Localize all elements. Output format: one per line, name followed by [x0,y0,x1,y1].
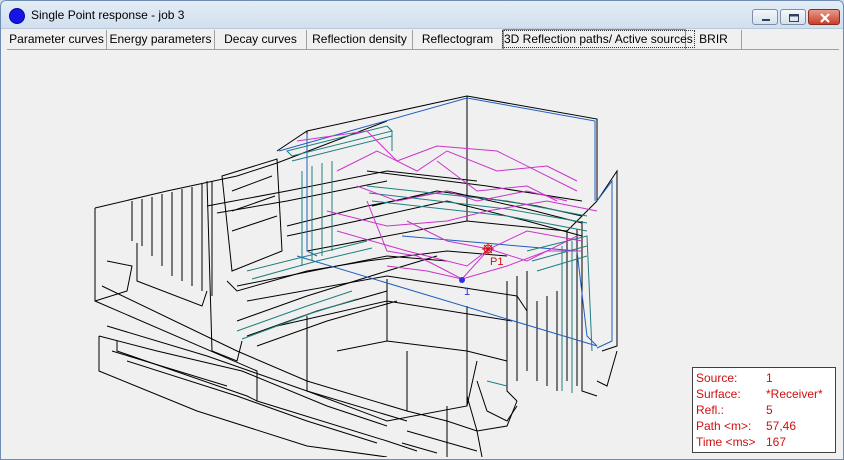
time-value: 167 [766,435,787,449]
info-row-surface: Surface: *Receiver* [696,386,835,402]
tab-reflectogram[interactable]: Reflectogram [413,30,503,49]
path-value: 57,46 [766,419,797,433]
balcony-rails [236,125,593,393]
source-label: 1 [464,286,470,298]
info-row-source: Source: 1 [696,370,835,386]
minimize-button[interactable] [752,9,778,25]
refl-key: Refl.: [696,403,725,417]
source-key: Source: [696,371,738,385]
source-value: 1 [766,371,773,385]
path-key: Path <m>: [696,419,752,433]
source-marker[interactable] [459,277,465,283]
tab-parameter-curves[interactable]: Parameter curves [7,30,107,49]
reflection-paths [296,130,598,280]
close-icon [820,13,830,23]
maximize-button[interactable] [780,9,806,25]
receiver-label: P1 [490,256,503,268]
tab-3d-reflection-paths[interactable]: 3D Reflection paths/ Active sources [502,29,695,50]
tab-brir[interactable]: BRIR [686,30,742,49]
tab-divider [7,49,839,50]
info-row-path: Path <m>: 57,46 [696,418,835,434]
time-key: Time <ms> [696,435,756,449]
maximize-icon [789,14,799,22]
refl-value: 5 [766,403,773,417]
window-title: Single Point response - job 3 [31,8,185,22]
close-button[interactable] [808,9,840,25]
tab-reflection-density[interactable]: Reflection density [307,30,413,49]
model-wireframe [94,95,618,457]
surface-value: *Receiver* [766,387,823,401]
tab-energy-parameters[interactable]: Energy parameters [107,30,215,49]
info-row-refl: Refl.: 5 [696,402,835,418]
info-row-time: Time <ms> 167 [696,434,835,450]
main-window: Single Point response - job 3 Parameter … [0,0,844,460]
app-icon [9,8,25,24]
tab-decay-curves[interactable]: Decay curves [215,30,307,49]
path-info-panel: Source: 1 Surface: *Receiver* Refl.: 5 P… [692,367,836,453]
surface-key: Surface: [696,387,741,401]
title-bar[interactable]: Single Point response - job 3 [1,1,843,29]
minimize-icon [762,19,770,21]
tab-strip: Parameter curves Energy parameters Decay… [7,29,839,50]
